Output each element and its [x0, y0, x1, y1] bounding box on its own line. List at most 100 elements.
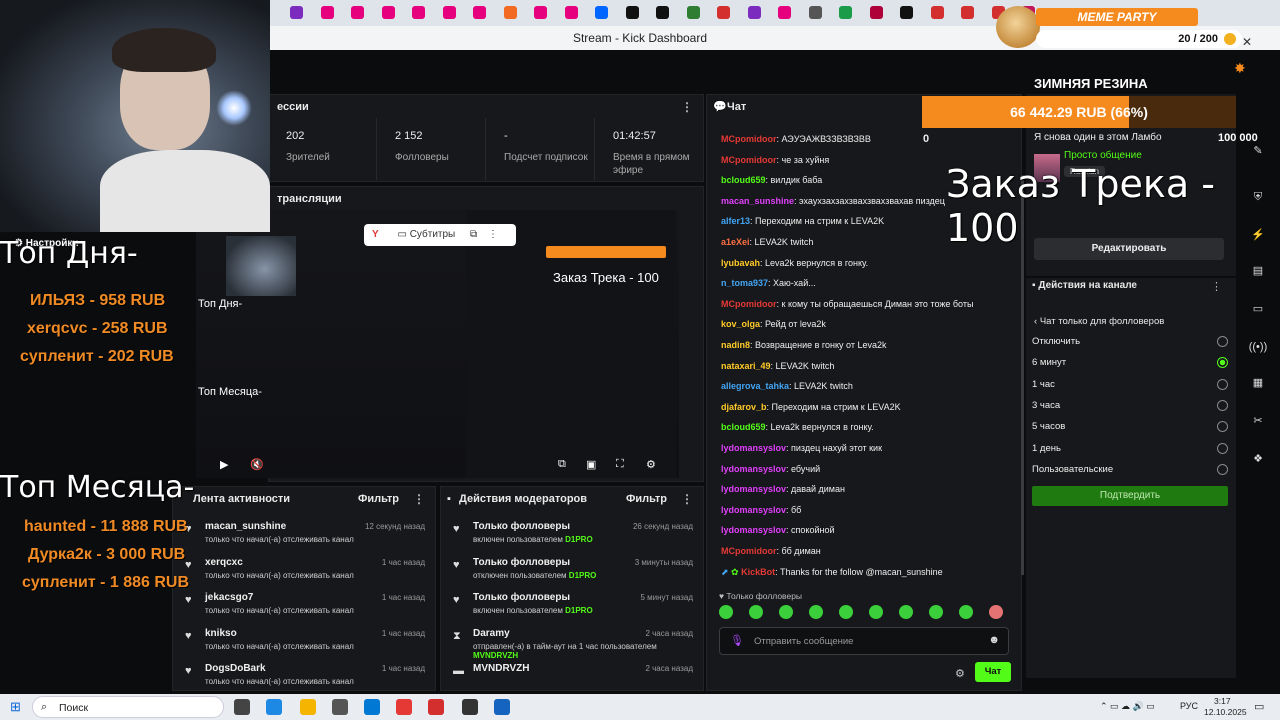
mute-icon[interactable]: 🔇	[250, 458, 264, 471]
language-indicator[interactable]: РУС	[1180, 701, 1198, 711]
activity-item[interactable]: ♥ DogsDoBark 1 час назад только что начал(-…	[173, 659, 435, 695]
chat-message[interactable]: alfer13: Переходим на стрим к LEVA2K	[721, 216, 884, 226]
modaction-item[interactable]: ▬ MVNDRVZH 2 часа назад	[441, 659, 703, 695]
option-radio[interactable]	[1217, 421, 1228, 433]
edge-icon[interactable]	[266, 699, 282, 715]
browser-tab-icon[interactable]	[351, 6, 364, 19]
emote-icon[interactable]	[929, 605, 943, 619]
app-icon[interactable]	[494, 699, 510, 715]
subtitles-popup[interactable]: Y ▭ Субтитры ⧉ ⋮	[364, 224, 516, 246]
browser-tab-icon[interactable]	[595, 6, 608, 19]
chat-username[interactable]: bcloud659	[721, 422, 766, 432]
chat-message[interactable]: bcloud659: Leva2k вернулся в гонку.	[721, 422, 874, 432]
activity-filter-button[interactable]: Фильтр	[358, 487, 399, 511]
more-icon[interactable]: ⋮	[488, 229, 498, 240]
more-icon[interactable]: ⋮	[681, 487, 693, 511]
modaction-name[interactable]: MVNDRVZH	[473, 663, 529, 674]
chat-message[interactable]: djafarov_b: Переходим на стрим к LEVA2K	[721, 402, 901, 412]
modaction-item[interactable]: ♥ Только фолловеры 3 минуты назад отключен …	[441, 553, 703, 589]
emoji-icon[interactable]: ☻	[988, 634, 1000, 646]
browser-tab-icon[interactable]	[503, 6, 517, 19]
activity-item[interactable]: ♥ macan_sunshine 12 секунд назад только что…	[173, 517, 435, 553]
task-view-icon[interactable]	[234, 699, 250, 715]
microphone-icon[interactable]: 🎙	[730, 634, 744, 647]
option-radio[interactable]	[1217, 357, 1228, 369]
chat-username[interactable]: lydomansyslov	[721, 484, 786, 494]
yandex-icon[interactable]	[428, 699, 444, 715]
chat-message[interactable]: nadin8: Возвращение в гонку от Leva2k	[721, 340, 887, 350]
emote-icon[interactable]	[809, 605, 823, 619]
chat-message[interactable]: lyubavah: Leva2k вернулся в гонку.	[721, 258, 868, 268]
emote-icon[interactable]	[899, 605, 913, 619]
browser-tab-icon[interactable]	[656, 6, 669, 19]
chat-username[interactable]: kov_olga	[721, 319, 760, 329]
chat-message[interactable]: lydomansyslov: давай диман	[721, 484, 845, 494]
chat-message[interactable]: lydomansyslov: бб	[721, 505, 801, 515]
settings-gear-icon[interactable]: ⚙	[646, 458, 656, 471]
option-radio[interactable]	[1217, 378, 1228, 390]
browser-tab-icon[interactable]	[564, 6, 578, 19]
clipboard-icon[interactable]: ▤	[1245, 258, 1271, 284]
emote-icon[interactable]	[779, 605, 793, 619]
browser-tab-icon[interactable]	[534, 6, 547, 19]
option-radio[interactable]	[1217, 463, 1228, 475]
chat-message[interactable]: bcloud659: вилдик баба	[721, 175, 822, 185]
chat-username[interactable]: nataxari_49	[721, 361, 771, 371]
chat-username[interactable]: MCpomidoor	[721, 546, 777, 556]
windows-start-icon[interactable]: ⊞	[10, 699, 21, 715]
chat-message[interactable]: MCpomidoor: АЭУЭАЖВЗЗВЗВЗВВ	[721, 134, 871, 144]
yandex-browser-icon[interactable]	[396, 699, 412, 715]
browser-tab-icon[interactable]	[808, 6, 822, 19]
browser-tab-icon[interactable]	[961, 6, 974, 19]
chat-message[interactable]: ⬈ ✿ KickBot: Thanks for the follow @maca…	[721, 567, 943, 578]
chat-icon[interactable]: ▭	[1245, 296, 1271, 322]
emote-icon[interactable]	[719, 605, 733, 619]
browser-tab-icon[interactable]	[412, 6, 425, 19]
stream-preview[interactable]: Y ▭ Субтитры ⧉ ⋮ Заказ Трека - 100 Топ Д…	[196, 210, 679, 478]
chat-message[interactable]: MCpomidoor: бб диман	[721, 546, 821, 556]
emote-icon[interactable]	[749, 605, 763, 619]
category-name[interactable]: Просто общение	[1064, 150, 1142, 161]
activity-user[interactable]: macan_sunshine	[205, 521, 286, 532]
followers-mode-back[interactable]: ‹ Чат только для фолловеров	[1034, 316, 1164, 327]
play-icon[interactable]: ▶	[220, 458, 228, 471]
chat-username[interactable]: alfer13	[721, 216, 750, 226]
browser-tab-icon[interactable]	[625, 6, 639, 19]
chat-message[interactable]: macan_sunshine: эхаухзахзахзвахзвахзваха…	[721, 196, 945, 206]
chat-message[interactable]: n_toma937: Хаю-хай...	[721, 278, 816, 288]
browser-tab-icon[interactable]	[442, 6, 456, 19]
chat-username[interactable]: lydomansyslov	[721, 525, 786, 535]
send-chat-button[interactable]: Чат	[975, 662, 1011, 682]
modaction-actor[interactable]: D1PRO	[565, 606, 593, 615]
modaction-item[interactable]: ♥ Только фолловеры 26 секунд назад включен …	[441, 517, 703, 553]
browser-tab-icon[interactable]	[930, 6, 944, 19]
store-icon[interactable]	[332, 699, 348, 715]
modactions-filter-button[interactable]: Фильтр	[626, 487, 667, 511]
option-radio[interactable]	[1217, 442, 1228, 454]
chat-username[interactable]: KickBot	[741, 567, 775, 577]
pip-icon[interactable]: ⧉	[470, 229, 477, 240]
activity-item[interactable]: ♥ xerqcxc 1 час назад только что начал(-а) …	[173, 553, 435, 589]
modaction-actor[interactable]: D1PRO	[569, 571, 597, 580]
browser-tab-icon[interactable]	[839, 6, 852, 19]
notifications-icon[interactable]: ▭	[1254, 700, 1264, 713]
broadcast-icon[interactable]: ((•))	[1245, 334, 1271, 360]
chat-username[interactable]: allegrova_tahka	[721, 381, 789, 391]
chat-username[interactable]: bcloud659	[721, 175, 766, 185]
modaction-actor[interactable]: D1PRO	[565, 535, 593, 544]
chat-username[interactable]: lydomansyslov	[721, 443, 786, 453]
layout-icon[interactable]: ▦	[1245, 370, 1271, 396]
fullscreen-icon[interactable]: ⛶	[616, 458, 624, 471]
outlook-icon[interactable]	[364, 699, 380, 715]
cast-icon[interactable]: ▣	[586, 458, 596, 471]
modaction-name[interactable]: Только фолловеры	[473, 592, 570, 603]
modaction-name[interactable]: Только фолловеры	[473, 557, 570, 568]
activity-item[interactable]: ♥ knikso 1 час назад только что начал(-а) о…	[173, 624, 435, 660]
browser-tab-icon[interactable]	[869, 6, 883, 19]
apps-icon[interactable]: ❖	[1245, 446, 1271, 472]
chat-message[interactable]: nataxari_49: LEVA2K twitch	[721, 361, 834, 371]
chat-input[interactable]: 🎙 Отправить сообщение ☻	[719, 627, 1009, 655]
chat-message[interactable]: MCpomidoor: че за хуйня	[721, 155, 829, 165]
modaction-name[interactable]: Daramy	[473, 628, 510, 639]
confirm-button[interactable]: Подтвердить	[1032, 486, 1228, 506]
